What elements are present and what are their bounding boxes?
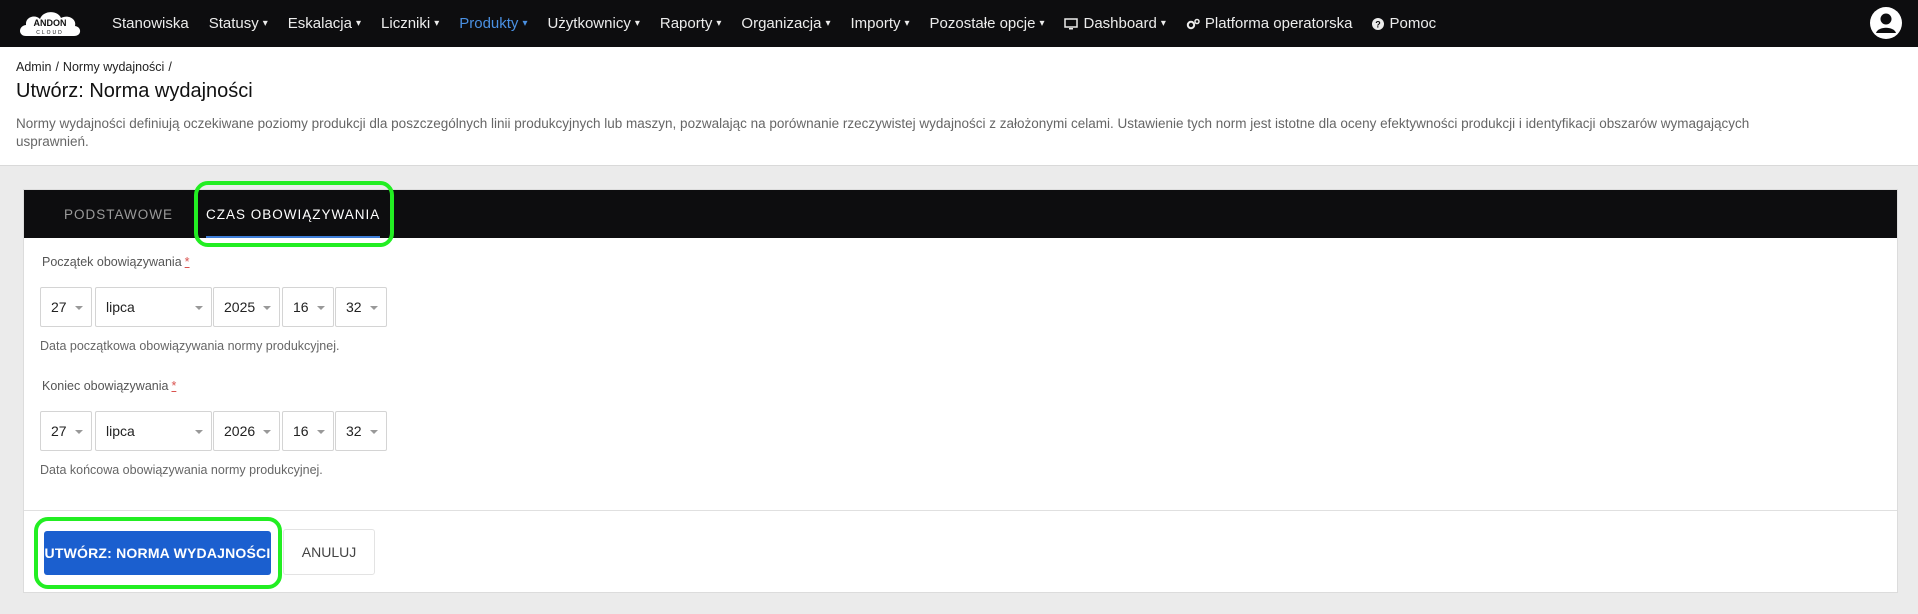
start-date-help: Data początkowa obowiązywania normy prod… <box>40 339 340 353</box>
page-header: Admin / Normy wydajności / Utwórz: Norma wy… <box>0 47 1918 166</box>
caret-down-icon: ▾ <box>522 18 528 29</box>
caret-down-icon: ▾ <box>355 18 362 29</box>
end-year-value: 2026 <box>224 423 256 439</box>
andon-cloud-logo[interactable]: ANDON CLOUD <box>16 6 84 42</box>
nav-label: Pomoc <box>1389 15 1437 32</box>
nav-label: Importy <box>850 15 901 32</box>
gears-icon <box>1186 18 1200 29</box>
breadcrumb-separator: / <box>168 60 172 74</box>
start-date-label-text: Początek obowiązywania <box>42 255 182 269</box>
svg-text:?: ? <box>1376 19 1382 29</box>
nav-label: Statusy <box>208 15 259 32</box>
caret-down-icon: ▾ <box>904 18 910 29</box>
nav-importy[interactable]: Importy ▾ <box>851 15 910 32</box>
create-norm-button[interactable]: UTWÓRZ: NORMA WYDAJNOŚCI <box>44 531 271 575</box>
nav-dashboard[interactable]: Dashboard ▾ <box>1064 15 1166 32</box>
breadcrumb: Admin / Normy wydajności / <box>16 60 176 74</box>
nav-statusy[interactable]: Statusy ▾ <box>209 15 268 32</box>
nav-stanowiska[interactable]: Stanowiska <box>112 15 189 32</box>
end-hour-value: 16 <box>293 423 309 439</box>
dropdown-arrow-icon <box>75 430 83 434</box>
start-day-select[interactable]: 27 <box>40 287 92 327</box>
start-minute-value: 32 <box>346 299 362 315</box>
caret-down-icon: ▾ <box>716 18 722 29</box>
end-hour-select[interactable]: 16 <box>282 411 334 451</box>
end-minute-select[interactable]: 32 <box>335 411 387 451</box>
cancel-button[interactable]: ANULUJ <box>283 529 375 575</box>
nav-label: Liczniki <box>381 15 431 32</box>
nav-pozostale-opcje[interactable]: Pozostałe opcje ▾ <box>930 15 1045 32</box>
monitor-icon <box>1064 17 1079 29</box>
nav-label: Produkty <box>459 15 519 32</box>
start-hour-value: 16 <box>293 299 309 315</box>
nav-liczniki[interactable]: Liczniki ▾ <box>381 15 439 32</box>
caret-down-icon: ▾ <box>825 18 831 29</box>
end-minute-value: 32 <box>346 423 362 439</box>
dropdown-arrow-icon <box>370 306 378 310</box>
breadcrumb-normy-wydajnosci[interactable]: Normy wydajności <box>63 60 164 74</box>
nav-label: Organizacja <box>741 15 822 32</box>
required-mark: * <box>184 255 190 269</box>
nav-raporty[interactable]: Raporty ▾ <box>660 15 722 32</box>
start-month-value: lipca <box>106 299 135 315</box>
nav-label: Eskalacja <box>287 15 352 32</box>
start-year-select[interactable]: 2025 <box>213 287 280 327</box>
dropdown-arrow-icon <box>370 430 378 434</box>
svg-text:CLOUD: CLOUD <box>36 30 64 36</box>
breadcrumb-separator: / <box>55 60 59 74</box>
nav-eskalacja[interactable]: Eskalacja ▾ <box>288 15 361 32</box>
end-day-select[interactable]: 27 <box>40 411 92 451</box>
nav-label: Raporty <box>659 15 713 32</box>
end-year-select[interactable]: 2026 <box>213 411 280 451</box>
dropdown-arrow-icon <box>317 430 325 434</box>
tab-czas-obowiazywania[interactable]: CZAS OBOWIĄZYWANIA <box>206 190 381 238</box>
top-navbar: ANDON CLOUD Stanowiska Statusy ▾ Eskalacj… <box>0 0 1918 47</box>
nav-uzytkownicy[interactable]: Użytkownicy ▾ <box>547 15 639 32</box>
caret-down-icon: ▾ <box>262 18 268 29</box>
start-date-label: Początek obowiązywania * <box>42 255 190 269</box>
nav-label: Użytkownicy <box>547 15 631 32</box>
end-month-select[interactable]: lipca <box>95 411 212 451</box>
user-avatar-icon[interactable] <box>1870 7 1902 39</box>
start-hour-select[interactable]: 16 <box>282 287 334 327</box>
dropdown-arrow-icon <box>263 430 271 434</box>
caret-down-icon: ▾ <box>634 18 640 29</box>
nav-label: Stanowiska <box>112 15 189 32</box>
nav-pomoc[interactable]: ? Pomoc <box>1372 15 1436 32</box>
end-date-help: Data końcowa obowiązywania normy produkc… <box>40 463 323 477</box>
start-month-select[interactable]: lipca <box>95 287 212 327</box>
nav-label: Platforma operatorska <box>1204 15 1353 32</box>
form-card: PODSTAWOWE CZAS OBOWIĄZYWANIA Początek o… <box>23 181 1898 593</box>
caret-down-icon: ▾ <box>1039 18 1045 29</box>
dropdown-arrow-icon <box>263 306 271 310</box>
main-menu: Stanowiska Statusy ▾ Eskalacja ▾ Liczniki ▾… <box>112 0 1456 47</box>
page-title: Utwórz: Norma wydajności <box>16 80 253 102</box>
breadcrumb-admin[interactable]: Admin <box>16 60 51 74</box>
end-date-label-text: Koniec obowiązywania <box>42 379 169 393</box>
caret-down-icon: ▾ <box>434 18 440 29</box>
nav-label: Dashboard <box>1083 15 1157 32</box>
caret-down-icon: ▾ <box>1160 18 1166 29</box>
end-month-value: lipca <box>106 423 135 439</box>
nav-label: Pozostałe opcje <box>929 15 1036 32</box>
start-year-value: 2025 <box>224 299 256 315</box>
nav-organizacja[interactable]: Organizacja ▾ <box>741 15 830 32</box>
end-day-value: 27 <box>51 423 67 439</box>
svg-text:ANDON: ANDON <box>34 18 67 28</box>
dropdown-arrow-icon <box>317 306 325 310</box>
page-description: Normy wydajności definiują oczekiwane po… <box>16 116 1750 149</box>
tab-bar: PODSTAWOWE CZAS OBOWIĄZYWANIA <box>24 181 1897 247</box>
question-circle-icon: ? <box>1372 17 1385 30</box>
end-date-label: Koniec obowiązywania * <box>42 379 176 393</box>
dropdown-arrow-icon <box>195 430 203 434</box>
tab-podstawowe[interactable]: PODSTAWOWE <box>64 190 173 238</box>
start-minute-select[interactable]: 32 <box>335 287 387 327</box>
required-mark: * <box>171 379 177 393</box>
dropdown-arrow-icon <box>195 306 203 310</box>
dropdown-arrow-icon <box>75 306 83 310</box>
nav-produkty[interactable]: Produkty ▾ <box>459 15 527 32</box>
start-day-value: 27 <box>51 299 67 315</box>
form-footer-divider <box>24 510 1897 511</box>
nav-platforma-operatorska[interactable]: Platforma operatorska <box>1186 15 1353 32</box>
